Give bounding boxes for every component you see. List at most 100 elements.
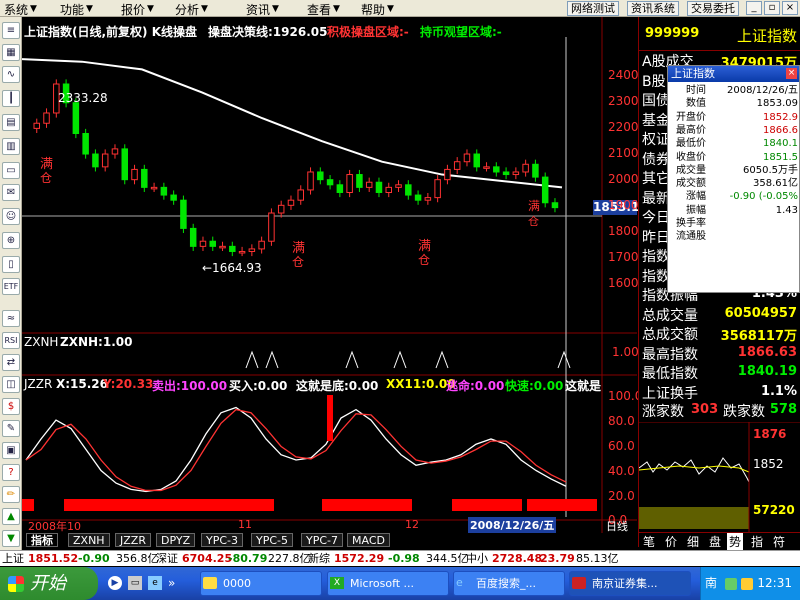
tray-network-icon[interactable] bbox=[725, 578, 737, 590]
candle-body bbox=[33, 122, 40, 129]
tab-price[interactable]: 价 bbox=[665, 533, 677, 550]
wave-icon[interactable]: ≈ bbox=[2, 310, 20, 327]
candle-body bbox=[522, 163, 529, 173]
menu-view[interactable]: 查看 bbox=[307, 1, 331, 18]
ie-icon: e bbox=[456, 576, 463, 589]
tooltip-row: 换手率 bbox=[672, 217, 798, 230]
tab-jzzr[interactable]: JZZR bbox=[115, 533, 151, 547]
tooltip-close-icon[interactable]: × bbox=[786, 68, 797, 79]
tab-indicator[interactable]: 指标 bbox=[26, 533, 58, 547]
compare-icon[interactable]: ⇄ bbox=[2, 354, 20, 371]
kline-chart[interactable] bbox=[22, 17, 637, 547]
doc-icon[interactable]: ▭ bbox=[2, 162, 20, 179]
y-tick: 1700 bbox=[608, 250, 639, 264]
candle-body bbox=[444, 168, 451, 181]
tab-detail[interactable]: 细 bbox=[687, 533, 699, 550]
menu-function[interactable]: 功能 bbox=[60, 1, 84, 18]
expand-icon[interactable]: » bbox=[168, 576, 175, 590]
ticker-zx-change: 23.79 bbox=[540, 552, 575, 565]
tab-index[interactable]: 指 bbox=[751, 533, 763, 550]
trade-order-button[interactable]: 交易委托 bbox=[687, 1, 739, 16]
tab-ypc3[interactable]: YPC-3 bbox=[201, 533, 244, 547]
restore-icon[interactable]: ▫ bbox=[764, 1, 780, 15]
help-icon[interactable]: ? bbox=[2, 464, 20, 481]
table-icon[interactable]: ▤ bbox=[2, 114, 20, 131]
media-player-icon[interactable]: ▶ bbox=[108, 576, 122, 590]
candle-body bbox=[395, 184, 402, 188]
jzzr-sell: 卖出:100.00 bbox=[152, 379, 228, 393]
book-icon[interactable]: ▯ bbox=[2, 256, 20, 273]
quicklaunch-icon[interactable]: ▭ bbox=[128, 576, 142, 590]
rsi-icon[interactable]: RSI bbox=[2, 332, 20, 349]
menu-system[interactable]: 系统 bbox=[4, 1, 28, 18]
tooltip-row: 时间 2008/12/26/五 bbox=[672, 84, 798, 97]
line-chart-icon[interactable]: ∿ bbox=[2, 66, 20, 83]
tray-volume-icon[interactable] bbox=[741, 578, 753, 590]
menu-analysis[interactable]: 分析 bbox=[175, 1, 199, 18]
candle-body bbox=[551, 202, 559, 209]
indicator-icon[interactable]: ◫ bbox=[2, 376, 20, 393]
tooltip-row-value: 1.43 bbox=[775, 204, 798, 216]
jzzr-bar bbox=[452, 499, 522, 511]
y-tick: 1800 bbox=[608, 224, 639, 238]
mail-icon[interactable]: ✉ bbox=[2, 184, 20, 201]
start-button[interactable]: 开始 bbox=[0, 567, 98, 600]
ie-quicklaunch-icon[interactable]: e bbox=[148, 576, 162, 590]
dollar-icon[interactable]: $ bbox=[2, 398, 20, 415]
etf-icon[interactable]: ETF bbox=[2, 278, 20, 295]
grid-icon[interactable]: ▦ bbox=[2, 44, 20, 61]
network-test-button[interactable]: 网络测试 bbox=[567, 1, 619, 16]
tab-macd[interactable]: MACD bbox=[347, 533, 390, 547]
jzzr-extra: 这就是 bbox=[565, 379, 602, 393]
zxnh-signal bbox=[265, 350, 279, 369]
jzzr-tick: 40.0 bbox=[608, 464, 635, 478]
jzzr-y: Y:20.33 bbox=[103, 377, 154, 391]
tooltip-row-label: 流通股 bbox=[676, 231, 706, 243]
minimize-icon[interactable]: _ bbox=[746, 1, 762, 15]
screen-icon[interactable]: ▣ bbox=[2, 442, 20, 459]
buy-signal-4: 满 bbox=[528, 199, 541, 213]
tab-ypc5[interactable]: YPC-5 bbox=[251, 533, 294, 547]
tab-zxnh[interactable]: ZXNH bbox=[68, 533, 110, 547]
chart-area[interactable]: 上证指数(日线,前复权) K线操盘 操盘决策线:1926.05 积极操盘区域:-… bbox=[22, 17, 642, 547]
candle-body bbox=[483, 166, 490, 169]
task-folder[interactable]: 0000 bbox=[200, 571, 322, 596]
quote-row-label: 债券 bbox=[642, 151, 670, 168]
jzzr-line-white bbox=[25, 406, 567, 493]
news-system-button[interactable]: 资讯系统 bbox=[627, 1, 679, 16]
down-arrow-icon[interactable]: ▼ bbox=[2, 530, 20, 547]
tab-symbol[interactable]: 符 bbox=[773, 533, 785, 550]
chart-zoom-icon[interactable]: ⊕ bbox=[2, 232, 20, 249]
candle-body bbox=[473, 153, 480, 168]
tooltip-row-value: 6050.5万手 bbox=[743, 164, 798, 176]
windows-logo-icon bbox=[8, 576, 24, 592]
tab-ypc7[interactable]: YPC-7 bbox=[301, 533, 344, 547]
menu-help[interactable]: 帮助 bbox=[361, 1, 385, 18]
close-icon[interactable]: × bbox=[782, 1, 798, 15]
bars-icon[interactable]: ▥ bbox=[2, 138, 20, 155]
task-securities[interactable]: 南京证券集... bbox=[569, 571, 691, 596]
ime-indicator[interactable]: 南 bbox=[705, 567, 717, 600]
menu-quote[interactable]: 报价 bbox=[121, 1, 145, 18]
up-arrow-icon[interactable]: ▲ bbox=[2, 508, 20, 525]
candle-body bbox=[493, 166, 500, 173]
tab-trend[interactable]: 势 bbox=[727, 533, 744, 550]
kline-icon[interactable]: ┃ bbox=[2, 90, 20, 107]
tab-dpyz[interactable]: DPYZ bbox=[156, 533, 196, 547]
tab-book[interactable]: 盘 bbox=[709, 533, 721, 550]
period-label[interactable]: 日线 bbox=[606, 518, 628, 534]
tab-ticks[interactable]: 笔 bbox=[643, 533, 655, 550]
tools-icon[interactable]: ✎ bbox=[2, 420, 20, 437]
zxnh-value: ZXNH:1.00 bbox=[60, 335, 133, 349]
tooltip-row-value: 1852.9 bbox=[763, 111, 798, 123]
y-tick: 2000 bbox=[608, 172, 639, 186]
ticker-sh-value: 1851.52 bbox=[28, 552, 79, 565]
buy-signal-3b: 仓 bbox=[418, 253, 431, 267]
task-excel[interactable]: Microsoft ... bbox=[327, 571, 449, 596]
users-icon[interactable]: ☺ bbox=[2, 208, 20, 225]
list-icon[interactable]: ≡ bbox=[2, 22, 20, 39]
candle-body bbox=[502, 171, 510, 176]
zxnh-tick: 1.00 bbox=[612, 345, 639, 359]
pencil-icon[interactable]: ✏ bbox=[2, 486, 20, 503]
menu-news[interactable]: 资讯 bbox=[246, 1, 270, 18]
